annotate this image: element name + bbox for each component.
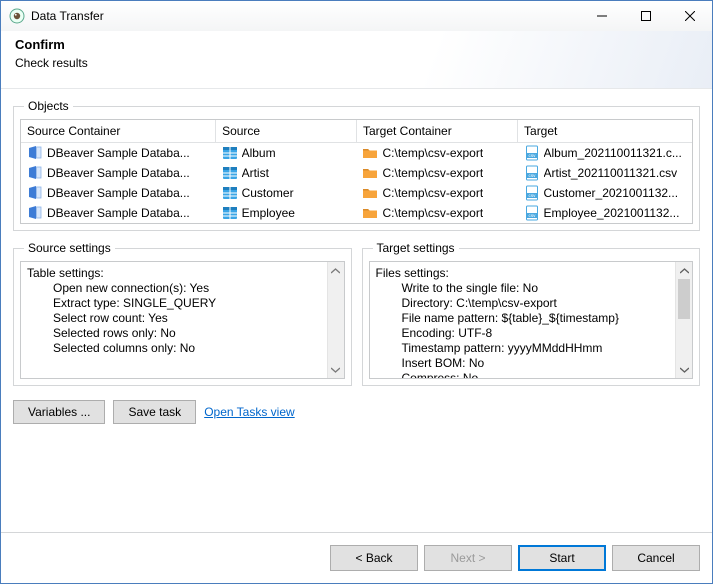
target-settings-group: Target settings Files settings:Write to …: [362, 241, 701, 386]
back-button[interactable]: < Back: [330, 545, 418, 571]
scroll-up-icon[interactable]: [676, 262, 692, 279]
cell-text: Customer_2021001132...: [544, 186, 679, 200]
variables-button[interactable]: Variables ...: [13, 400, 105, 424]
cell-text: Employee: [242, 206, 295, 220]
cell-text: Artist: [242, 166, 269, 180]
toolbar: Variables ... Save task Open Tasks view: [13, 400, 700, 424]
table-row[interactable]: DBeaver Sample Databa... Album C:\temp\csv…: [21, 143, 692, 164]
table-icon: [222, 165, 238, 181]
cell-text: Customer: [242, 186, 294, 200]
wizard-footer: < Back Next > Start Cancel: [1, 532, 712, 583]
cell-text: C:\temp\csv-export: [382, 186, 483, 200]
cell-text: DBeaver Sample Databa...: [47, 166, 190, 180]
cell-text: Artist_202110011321.csv: [544, 166, 678, 180]
source-settings-legend: Source settings: [24, 241, 115, 255]
start-button[interactable]: Start: [518, 545, 606, 571]
settings-line: Selected rows only: No: [27, 326, 321, 341]
svg-text:csv: csv: [528, 193, 536, 198]
settings-line: File name pattern: ${table}_${timestamp}: [376, 311, 670, 326]
cell-text: C:\temp\csv-export: [382, 146, 483, 160]
open-tasks-link[interactable]: Open Tasks view: [204, 405, 295, 419]
window-title: Data Transfer: [31, 9, 580, 23]
table-icon: [222, 145, 238, 161]
scroll-up-icon[interactable]: [328, 262, 344, 279]
col-target-container[interactable]: Target Container: [356, 120, 517, 143]
database-icon: [27, 205, 43, 221]
folder-icon: [362, 205, 378, 221]
settings-heading: Table settings:: [27, 266, 321, 281]
col-source-container[interactable]: Source Container: [21, 120, 216, 143]
settings-line: Open new connection(s): Yes: [27, 281, 321, 296]
target-settings-scrollbar[interactable]: [675, 262, 692, 378]
source-settings-scrollbar[interactable]: [327, 262, 344, 378]
scroll-down-icon[interactable]: [676, 361, 692, 378]
cell-text: DBeaver Sample Databa...: [47, 206, 190, 220]
settings-line: Select row count: Yes: [27, 311, 321, 326]
table-row[interactable]: DBeaver Sample Databa... Employee C:\temp\…: [21, 203, 692, 223]
csv-file-icon: csv: [524, 185, 540, 201]
app-icon: [9, 8, 25, 24]
table-icon: [222, 185, 238, 201]
cell-text: DBeaver Sample Databa...: [47, 186, 190, 200]
close-button[interactable]: [668, 1, 712, 31]
table-icon: [222, 205, 238, 221]
database-icon: [27, 145, 43, 161]
settings-line: Compress: No: [376, 371, 670, 378]
database-icon: [27, 165, 43, 181]
cell-text: Employee_2021001132...: [544, 206, 680, 220]
cell-text: Album: [242, 146, 276, 160]
source-settings-group: Source settings Table settings:Open new …: [13, 241, 352, 386]
settings-line: Timestamp pattern: yyyyMMddHHmm: [376, 341, 670, 356]
cell-text: DBeaver Sample Databa...: [47, 146, 190, 160]
csv-file-icon: csv: [524, 145, 540, 161]
folder-icon: [362, 145, 378, 161]
folder-icon: [362, 165, 378, 181]
save-task-button[interactable]: Save task: [113, 400, 196, 424]
settings-line: Directory: C:\temp\csv-export: [376, 296, 670, 311]
objects-table: Source Container Source Target Container…: [20, 119, 693, 224]
cell-text: C:\temp\csv-export: [382, 166, 483, 180]
folder-icon: [362, 185, 378, 201]
svg-text:csv: csv: [528, 173, 536, 178]
cancel-button[interactable]: Cancel: [612, 545, 700, 571]
wizard-header: Confirm Check results: [1, 31, 712, 89]
settings-line: Write to the single file: No: [376, 281, 670, 296]
maximize-button[interactable]: [624, 1, 668, 31]
objects-legend: Objects: [24, 99, 73, 113]
objects-group: Objects Source Container Source Target C…: [13, 99, 700, 231]
table-row[interactable]: DBeaver Sample Databa... Customer C:\temp\…: [21, 183, 692, 203]
cell-text: Album_202110011321.c...: [544, 146, 682, 160]
page-title: Confirm: [15, 37, 698, 52]
title-bar: Data Transfer: [1, 1, 712, 31]
col-target[interactable]: Target: [518, 120, 692, 143]
settings-heading: Files settings:: [376, 266, 670, 281]
source-settings-box: Table settings:Open new connection(s): Y…: [20, 261, 345, 379]
database-icon: [27, 185, 43, 201]
minimize-button[interactable]: [580, 1, 624, 31]
csv-file-icon: csv: [524, 165, 540, 181]
next-button: Next >: [424, 545, 512, 571]
page-subtitle: Check results: [15, 56, 698, 70]
settings-line: Encoding: UTF-8: [376, 326, 670, 341]
scroll-down-icon[interactable]: [328, 361, 344, 378]
settings-line: Insert BOM: No: [376, 356, 670, 371]
table-row[interactable]: DBeaver Sample Databa... Artist C:\temp\cs…: [21, 163, 692, 183]
target-settings-legend: Target settings: [373, 241, 459, 255]
csv-file-icon: csv: [524, 205, 540, 221]
svg-text:csv: csv: [528, 153, 536, 158]
cell-text: C:\temp\csv-export: [382, 206, 483, 220]
settings-line: Selected columns only: No: [27, 341, 321, 356]
col-source[interactable]: Source: [216, 120, 357, 143]
target-settings-box: Files settings:Write to the single file:…: [369, 261, 694, 379]
settings-line: Extract type: SINGLE_QUERY: [27, 296, 321, 311]
scroll-thumb[interactable]: [678, 279, 690, 319]
svg-text:csv: csv: [528, 213, 536, 218]
window-controls: [580, 1, 712, 31]
